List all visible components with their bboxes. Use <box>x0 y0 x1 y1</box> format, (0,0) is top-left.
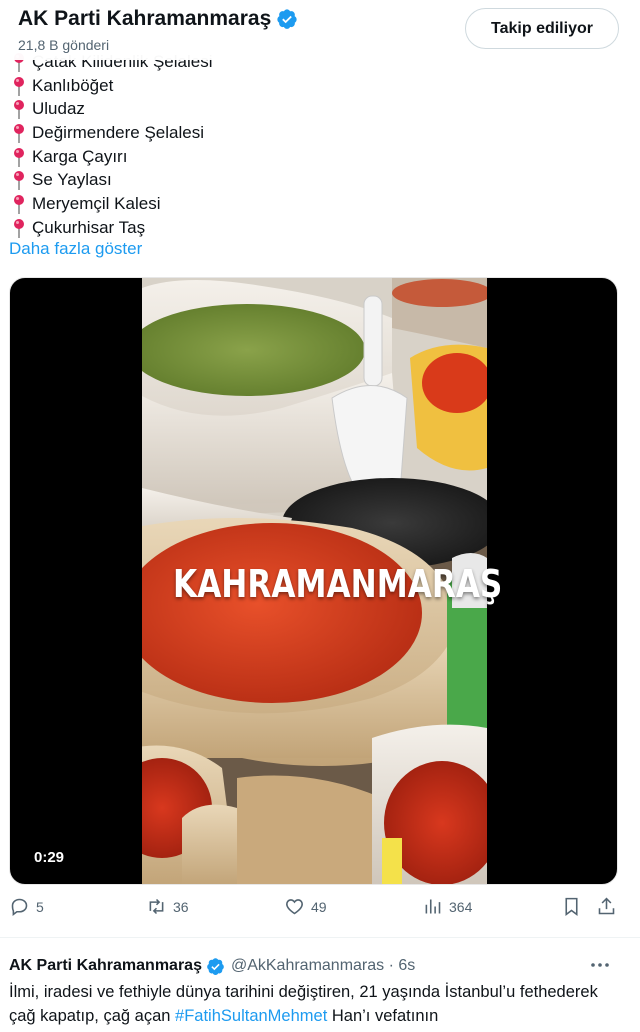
pushpin-icon <box>14 100 24 120</box>
hashtag-link[interactable]: #FatihSultanMehmet <box>175 1007 327 1025</box>
account-name-row: AK Parti Kahramanmaraş <box>18 7 298 31</box>
reply-icon <box>11 898 28 916</box>
reply-count: 5 <box>36 898 44 915</box>
next-tweet-handle-time[interactable]: @AkKahramanmaras · 6s <box>231 957 415 975</box>
video-player[interactable]: KAHRAMANMARAŞ 0:29 <box>9 277 618 885</box>
next-tweet-author-name[interactable]: AK Parti Kahramanmaraş <box>9 957 202 975</box>
reply-button[interactable]: 5 <box>9 896 44 917</box>
next-tweet-text: İlmi, iradesi ve fethiyle dünya tarihini… <box>9 980 609 1028</box>
like-count: 49 <box>311 898 327 915</box>
heart-icon <box>286 899 303 915</box>
next-tweet-header: AK Parti Kahramanmaraş @AkKahramanmaras … <box>9 955 629 977</box>
repost-icon <box>149 898 164 915</box>
repost-button[interactable]: 36 <box>146 896 189 917</box>
place-name: Değirmendere Şelalesi <box>32 122 204 142</box>
list-item: Uludaz <box>12 97 612 121</box>
places-list: Çatak Kilidenlik Şelalesi Kanlıböğet Ulu… <box>12 50 612 240</box>
bookmark-button[interactable] <box>561 896 588 917</box>
share-button[interactable] <box>596 896 623 917</box>
video-duration: 0:29 <box>34 849 65 866</box>
list-item: Kanlıböğet <box>12 74 612 98</box>
views-count: 364 <box>449 898 473 915</box>
pushpin-icon <box>14 147 24 167</box>
next-tweet-text-part2: Han’ı vefatının <box>327 1007 439 1025</box>
post-count: 21,8 B gönderi <box>18 37 110 53</box>
profile-header: AK Parti Kahramanmaraş 21,8 B gönderi Ta… <box>0 0 640 60</box>
list-item: Çukurhisar Taş <box>12 216 612 240</box>
place-name: Karga Çayırı <box>32 146 128 166</box>
place-name: Kanlıböğet <box>32 75 114 95</box>
verified-badge-icon <box>207 957 224 975</box>
views-chart-icon <box>425 899 441 914</box>
verified-badge-icon <box>277 9 297 29</box>
place-name: Uludaz <box>32 99 85 119</box>
place-name: Çukurhisar Taş <box>32 217 146 237</box>
video-overlay-title: KAHRAMANMARAŞ <box>173 562 503 606</box>
list-item: Karga Çayırı <box>12 145 612 169</box>
tweet-action-bar: 5 36 49 364 <box>0 896 640 928</box>
following-button[interactable]: Takip ediliyor <box>465 8 619 49</box>
pushpin-icon <box>14 123 24 143</box>
pushpin-icon <box>14 76 24 96</box>
views-button[interactable]: 364 <box>422 896 472 917</box>
pushpin-icon <box>14 218 24 238</box>
more-options-icon[interactable] <box>588 955 612 975</box>
account-name: AK Parti Kahramanmaraş <box>18 7 272 30</box>
show-more-link[interactable]: Daha fazla göster <box>9 239 142 259</box>
tweet-divider <box>0 937 640 938</box>
list-item: Değirmendere Şelalesi <box>12 121 612 145</box>
repost-count: 36 <box>173 898 189 915</box>
place-name: Meryemçil Kalesi <box>32 193 161 213</box>
pushpin-icon <box>14 171 24 191</box>
bookmark-icon <box>565 897 578 916</box>
place-name: Se Yaylası <box>32 170 112 190</box>
pushpin-icon <box>14 194 24 214</box>
share-icon <box>598 897 615 915</box>
list-item: Se Yaylası <box>12 168 612 192</box>
list-item: Meryemçil Kalesi <box>12 192 612 216</box>
like-button[interactable]: 49 <box>284 896 327 917</box>
